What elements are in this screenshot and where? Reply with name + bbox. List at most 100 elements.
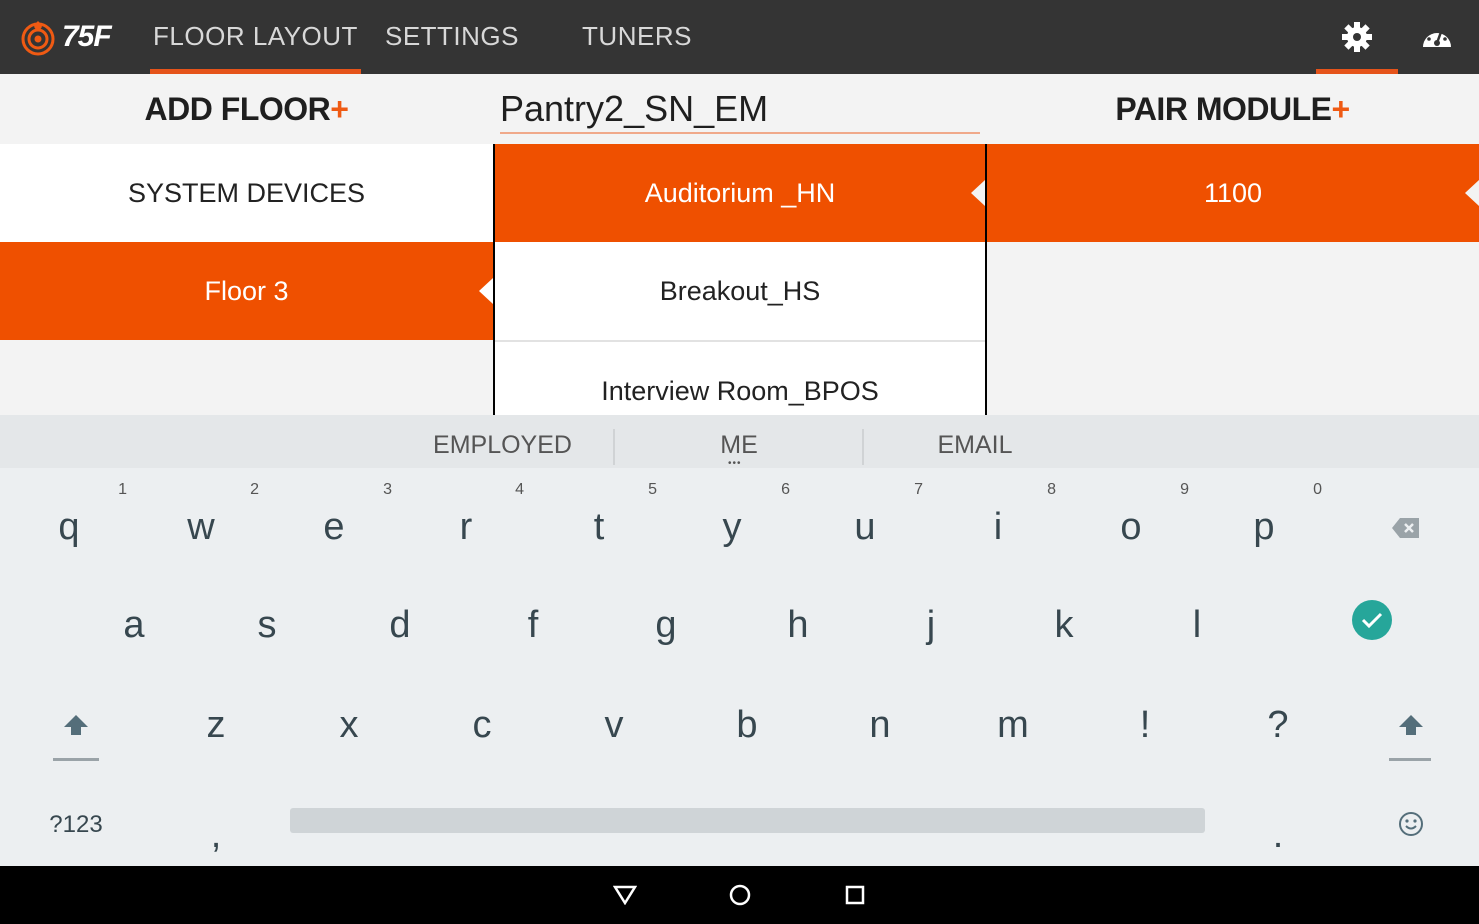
key-letter: t [593, 506, 605, 548]
key-i[interactable]: i8 [932, 472, 1064, 572]
key-j[interactable]: j [865, 570, 997, 670]
system-nav-bar [0, 866, 1479, 924]
key-w[interactable]: w2 [135, 472, 267, 572]
key-u[interactable]: u7 [799, 472, 931, 572]
key-y[interactable]: y6 [666, 472, 798, 572]
key-backspace[interactable] [1340, 472, 1472, 572]
zone-name-input[interactable] [500, 86, 980, 134]
floors-list: SYSTEM DEVICES Floor 3 [0, 144, 493, 415]
logo: 75F [18, 14, 112, 60]
key-shift-left[interactable] [10, 670, 142, 770]
zone-item-auditorium[interactable]: Auditorium _HN [495, 144, 985, 242]
dashboard-icon [1423, 30, 1451, 47]
back-icon [613, 885, 637, 905]
key-a[interactable]: a [68, 570, 200, 670]
backspace-icon [1392, 518, 1419, 538]
key-x[interactable]: x [283, 670, 415, 770]
key-p[interactable]: p0 [1198, 472, 1330, 572]
key-h[interactable]: h [732, 570, 864, 670]
key-letter: o [1120, 506, 1142, 548]
key-emoji[interactable] [1345, 770, 1477, 870]
shift-icon [64, 715, 88, 735]
key-letter: i [993, 506, 1003, 548]
key-period[interactable]: . [1212, 780, 1344, 880]
soft-keyboard: q1 w2 e3 r4 t5 y6 u7 i8 o9 p0 a s d f g … [0, 468, 1479, 866]
key-d[interactable]: d [334, 570, 466, 670]
key-enter[interactable] [1306, 570, 1438, 670]
key-t[interactable]: t5 [533, 472, 665, 572]
recents-button[interactable] [835, 878, 875, 912]
key-b[interactable]: b [681, 670, 813, 770]
zones-list: Auditorium _HN Breakout_HS Interview Roo… [495, 144, 985, 415]
module-item-1100[interactable]: 1100 [987, 144, 1479, 242]
key-letter: p [1253, 506, 1275, 548]
add-floor-button[interactable]: ADD FLOOR+ [0, 74, 493, 144]
key-v[interactable]: v [548, 670, 680, 770]
shift-indicator [1389, 758, 1431, 761]
key-hint: 8 [1047, 481, 1056, 498]
key-comma[interactable]: , [150, 780, 282, 880]
pair-module-label: PAIR MODULE [1115, 91, 1332, 127]
floor-item-floor-3[interactable]: Floor 3 [0, 242, 493, 340]
tab-floor-layout[interactable]: FLOOR LAYOUT [150, 0, 361, 74]
home-icon [729, 884, 751, 906]
key-hint: 1 [118, 481, 127, 498]
key-l[interactable]: l [1131, 570, 1263, 670]
top-app-bar: 75F FLOOR LAYOUT SETTINGS TUNERS [0, 0, 1479, 74]
key-shift-right[interactable] [1345, 670, 1477, 770]
key-g[interactable]: g [600, 570, 732, 670]
floor-item-system-devices[interactable]: SYSTEM DEVICES [0, 144, 493, 242]
emoji-icon [1399, 812, 1423, 836]
key-hint: 2 [250, 481, 259, 498]
key-hint: 9 [1180, 481, 1189, 498]
key-o[interactable]: o9 [1065, 472, 1197, 572]
key-q[interactable]: q1 [3, 472, 135, 572]
key-question[interactable]: ? [1212, 670, 1344, 770]
back-button[interactable] [605, 878, 645, 912]
key-r[interactable]: r4 [400, 472, 532, 572]
key-hint: 0 [1313, 481, 1322, 498]
75f-logo-icon [21, 21, 55, 56]
key-e[interactable]: e3 [268, 472, 400, 572]
key-hint: 7 [914, 481, 923, 498]
home-button[interactable] [720, 878, 760, 912]
header-row: ADD FLOOR+ PAIR MODULE+ [0, 74, 1479, 144]
shift-indicator [53, 758, 99, 761]
key-z[interactable]: z [150, 670, 282, 770]
shift-icon [1399, 715, 1423, 735]
suggestion-employed[interactable]: EMPLOYED [390, 415, 615, 468]
gear-icon [1342, 22, 1372, 52]
tab-settings[interactable]: SETTINGS [378, 0, 526, 74]
key-letter: r [459, 506, 473, 548]
zone-item-interview-room[interactable]: Interview Room_BPOS [495, 340, 985, 415]
pair-module-button[interactable]: PAIR MODULE+ [986, 74, 1479, 144]
more-suggestions-icon[interactable]: ••• [728, 458, 750, 469]
key-n[interactable]: n [814, 670, 946, 770]
key-space[interactable] [290, 808, 1205, 833]
recents-icon [845, 885, 865, 905]
tab-tuners[interactable]: TUNERS [572, 0, 702, 74]
key-letter: u [854, 506, 876, 548]
add-floor-label: ADD FLOOR [144, 91, 331, 127]
key-k[interactable]: k [998, 570, 1130, 670]
zone-item-breakout[interactable]: Breakout_HS [495, 242, 985, 340]
key-hint: 3 [383, 481, 392, 498]
plus-icon: + [1331, 91, 1350, 127]
settings-gear-button[interactable] [1316, 0, 1398, 74]
key-hint: 6 [781, 481, 790, 498]
key-f[interactable]: f [467, 570, 599, 670]
key-hint: 5 [648, 481, 657, 498]
key-m[interactable]: m [947, 670, 1079, 770]
key-hint: 4 [515, 481, 524, 498]
key-exclamation[interactable]: ! [1079, 670, 1211, 770]
modules-list: 1100 [987, 144, 1479, 415]
checkmark-icon [1352, 600, 1392, 640]
dashboard-button[interactable] [1405, 0, 1469, 74]
key-s[interactable]: s [201, 570, 333, 670]
key-c[interactable]: c [416, 670, 548, 770]
plus-icon: + [330, 91, 349, 127]
key-symbols[interactable]: ?123 [10, 770, 142, 870]
key-letter: q [58, 506, 80, 548]
key-letter: e [323, 506, 345, 548]
suggestion-email[interactable]: EMAIL [864, 415, 1086, 468]
